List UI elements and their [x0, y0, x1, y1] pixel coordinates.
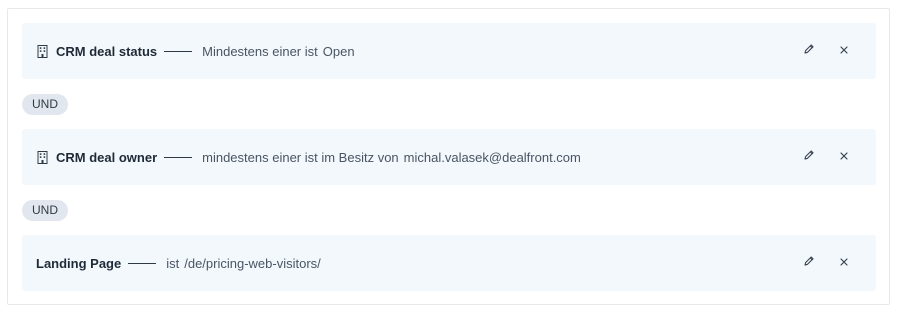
filter-row-content: CRM deal owner mindestens einer ist im B… [22, 150, 581, 165]
filter-row: Landing Page ist /de/pricing-web-visitor… [22, 235, 876, 291]
filter-value: /de/pricing-web-visitors/ [184, 255, 321, 271]
filter-field-name: CRM deal owner [56, 149, 158, 165]
close-icon [839, 148, 849, 166]
edit-filter-button[interactable] [797, 251, 821, 275]
filter-field-name: CRM deal status [56, 43, 158, 59]
filter-row: CRM deal status Mindestens einer ist Ope… [22, 23, 876, 79]
close-icon [839, 254, 849, 272]
filter-row-content: Landing Page ist /de/pricing-web-visitor… [22, 256, 321, 271]
edit-filter-button[interactable] [797, 145, 821, 169]
pencil-icon [803, 42, 815, 60]
filter-row: CRM deal owner mindestens einer ist im B… [22, 129, 876, 185]
remove-filter-button[interactable] [832, 39, 856, 63]
filter-condition: ist [166, 255, 180, 271]
filter-condition: mindestens einer ist im Besitz von [202, 149, 399, 165]
edit-filter-button[interactable] [797, 39, 821, 63]
filter-connector-line [164, 156, 193, 158]
filter-actions [797, 235, 876, 291]
and-connector-badge: UND [22, 200, 68, 221]
remove-filter-button[interactable] [832, 145, 856, 169]
close-icon [839, 42, 849, 60]
filter-row-content: CRM deal status Mindestens einer ist Ope… [22, 44, 355, 59]
building-icon [36, 150, 48, 164]
filter-condition: Mindestens einer ist [202, 43, 318, 59]
filter-actions [797, 23, 876, 79]
pencil-icon [803, 254, 815, 272]
remove-filter-button[interactable] [832, 251, 856, 275]
filter-connector-line [128, 262, 157, 264]
filter-value: Open [322, 43, 355, 59]
filter-field-name: Landing Page [36, 255, 122, 271]
filter-connector-line [164, 50, 193, 52]
filter-actions [797, 129, 876, 185]
building-icon [36, 44, 48, 58]
pencil-icon [803, 148, 815, 166]
filter-value: michal.valasek@dealfront.com [403, 149, 581, 165]
and-connector-badge: UND [22, 94, 68, 115]
